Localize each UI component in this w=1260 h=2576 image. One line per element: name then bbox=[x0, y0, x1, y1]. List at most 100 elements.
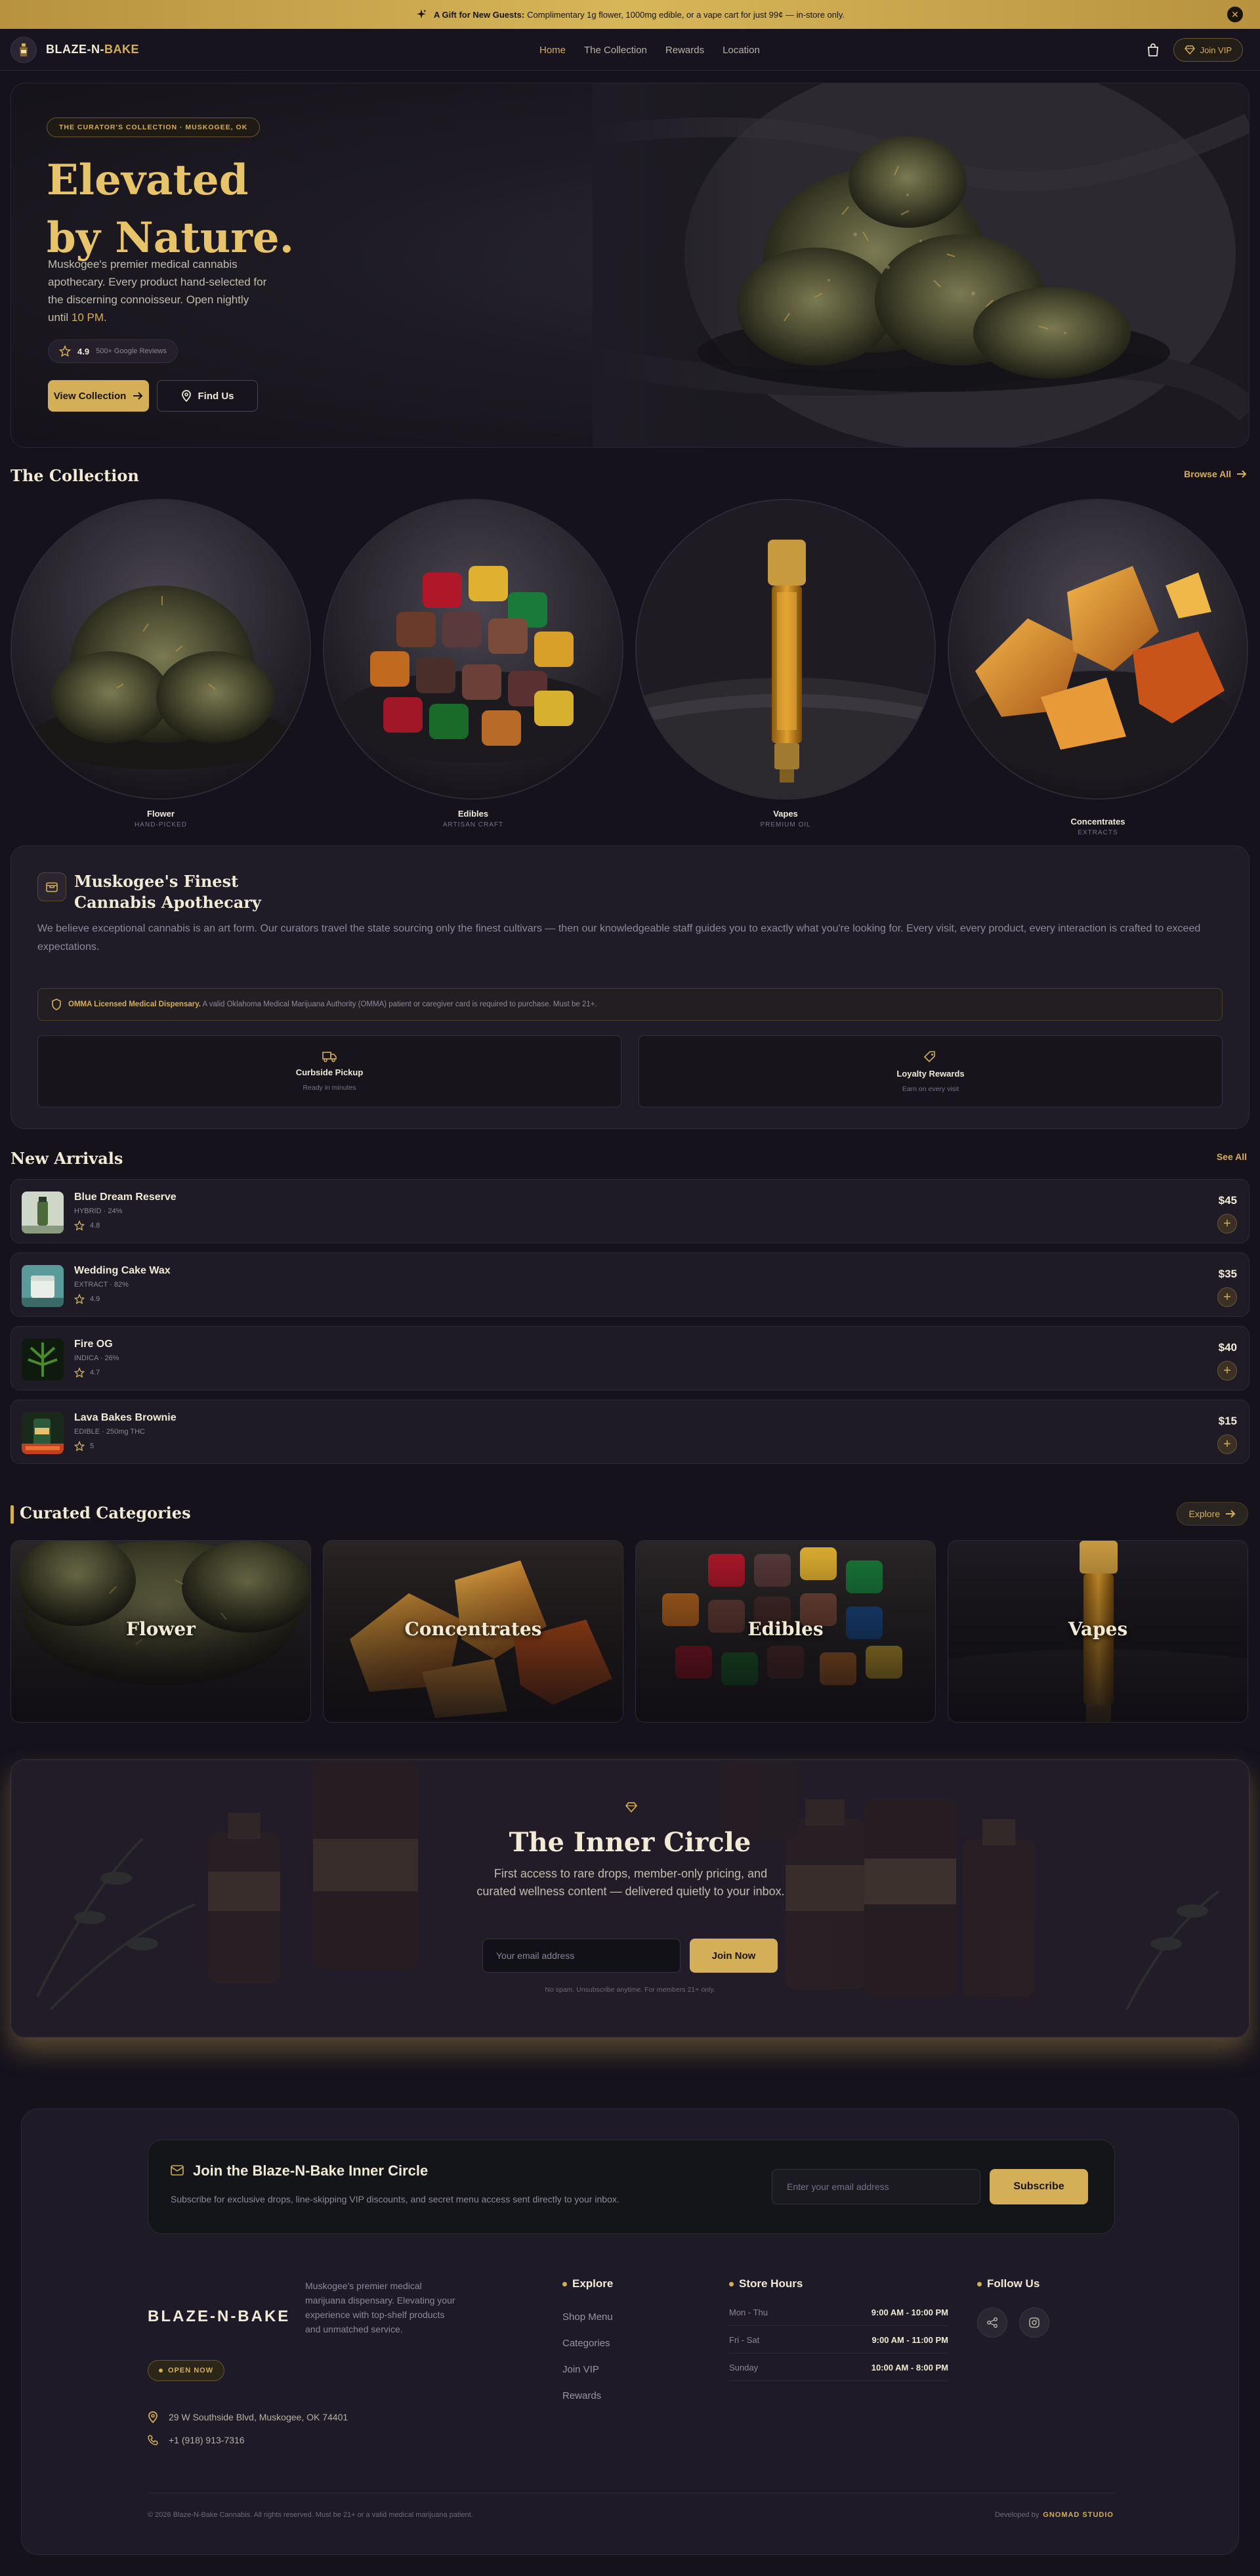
feature-sub: Earn on every visit bbox=[902, 1085, 959, 1093]
hours-day: Fri - Sat bbox=[729, 2335, 760, 2345]
status-dot bbox=[159, 2369, 163, 2372]
feature-title: Loyalty Rewards bbox=[896, 1069, 965, 1079]
collection-name: Edibles bbox=[457, 809, 489, 819]
arrow-right-icon bbox=[133, 391, 143, 400]
add-to-cart-button[interactable]: + bbox=[1217, 1434, 1237, 1454]
product-thumbnail bbox=[22, 1265, 64, 1307]
feature-curbside: Curbside Pickup Ready in minutes bbox=[37, 1035, 621, 1107]
newsletter-email-input[interactable]: Enter your email address bbox=[772, 2169, 980, 2204]
footer-brand[interactable]: BLAZE-N-BAKE bbox=[148, 2308, 290, 2326]
brand-logo[interactable]: BLAZE-N-BAKE bbox=[46, 43, 139, 56]
product-row[interactable]: Blue Dream Reserve HYBRID · 24% 4.8 $45 … bbox=[10, 1179, 1250, 1243]
feature-loyalty: Loyalty Rewards Earn on every visit bbox=[639, 1035, 1223, 1107]
product-row[interactable]: Lava Bakes Brownie EDIBLE · 250mg THC 5 … bbox=[10, 1400, 1250, 1464]
category-card-label: Vapes bbox=[1068, 1618, 1128, 1640]
add-to-cart-button[interactable]: + bbox=[1217, 1287, 1237, 1307]
product-row[interactable]: Wedding Cake Wax EXTRACT · 82% 4.9 $35 + bbox=[10, 1253, 1250, 1317]
product-meta: EDIBLE · 250mg THC bbox=[74, 1428, 146, 1436]
join-now-button[interactable]: Join Now bbox=[690, 1939, 778, 1973]
category-card-flower[interactable]: Flower bbox=[10, 1540, 311, 1723]
collection-vapes-image[interactable] bbox=[635, 499, 936, 800]
footer-link-join-vip[interactable]: Join VIP bbox=[562, 2364, 599, 2375]
see-all-link[interactable]: See All bbox=[1217, 1151, 1247, 1162]
arrow-right-icon bbox=[1236, 469, 1247, 479]
hero-tag: THE CURATOR'S COLLECTION · MUSKOGEE, OK bbox=[47, 118, 261, 137]
view-collection-button[interactable]: View Collection bbox=[48, 380, 149, 412]
shopping-bag-icon[interactable] bbox=[1147, 43, 1159, 56]
join-vip-button[interactable]: Join VIP bbox=[1173, 38, 1243, 62]
hero-section: THE CURATOR'S COLLECTION · MUSKOGEE, OK … bbox=[10, 83, 1250, 448]
open-status-label: OPEN NOW bbox=[168, 2367, 214, 2374]
about-title-line2: Cannabis Apothecary bbox=[74, 893, 261, 912]
hours-heading: Store Hours bbox=[729, 2277, 803, 2290]
newsletter-title: Join the Blaze-N-Bake Inner Circle bbox=[193, 2162, 429, 2179]
category-card-vapes[interactable]: Vapes bbox=[948, 1540, 1248, 1723]
inner-circle-section: The Inner Circle First access to rare dr… bbox=[10, 1759, 1250, 2038]
collection-name: Vapes bbox=[773, 809, 798, 819]
review-count: 500+ Google Reviews bbox=[96, 347, 167, 355]
footer-address[interactable]: 29 W Southside Blvd, Muskogee, OK 74401 bbox=[148, 2411, 348, 2423]
newsletter-desc: Subscribe for exclusive drops, line-skip… bbox=[171, 2194, 620, 2204]
star-icon bbox=[59, 345, 71, 357]
instagram-icon[interactable] bbox=[1019, 2308, 1049, 2338]
follow-heading: Follow Us bbox=[977, 2277, 1040, 2290]
developer-credit[interactable]: Developed by GNOMAD STUDIO bbox=[995, 2511, 1114, 2519]
product-row[interactable]: Fire OG INDICA · 26% 4.7 $40 + bbox=[10, 1326, 1250, 1390]
diamond-icon bbox=[625, 1802, 637, 1813]
product-rating: 4.8 bbox=[74, 1220, 100, 1231]
nav-location[interactable]: Location bbox=[723, 45, 760, 56]
category-card-concentrates[interactable]: Concentrates bbox=[323, 1540, 623, 1723]
feature-title: Curbside Pickup bbox=[295, 1067, 364, 1077]
collection-sub: EXTRACTS bbox=[1078, 829, 1118, 836]
mail-icon bbox=[171, 2165, 184, 2176]
about-body: We believe exceptional cannabis is an ar… bbox=[37, 923, 1201, 953]
add-to-cart-button[interactable]: + bbox=[1217, 1214, 1237, 1234]
category-card-label: Concentrates bbox=[404, 1618, 542, 1640]
nav-rewards[interactable]: Rewards bbox=[665, 45, 704, 56]
browse-all-label: Browse All bbox=[1184, 469, 1231, 479]
product-name: Fire OG bbox=[74, 1339, 113, 1350]
hero-flower-image bbox=[593, 83, 1249, 447]
copyright: © 2026 Blaze-N-Bake Cannabis. All rights… bbox=[148, 2511, 473, 2519]
hours-row: Mon - Thu 9:00 AM - 10:00 PM bbox=[729, 2300, 948, 2326]
product-price: $15 bbox=[1218, 1415, 1237, 1427]
subscribe-button[interactable]: Subscribe bbox=[990, 2169, 1088, 2204]
footer-link-shop-menu[interactable]: Shop Menu bbox=[562, 2311, 613, 2323]
collection-flower-label: Flower HAND-PICKED bbox=[10, 809, 311, 828]
map-pin-icon bbox=[148, 2411, 158, 2423]
about-title-line1: Muskogee's Finest bbox=[74, 872, 239, 891]
section-accent-bar bbox=[10, 1505, 14, 1524]
find-us-button[interactable]: Find Us bbox=[157, 380, 258, 412]
nav-home[interactable]: Home bbox=[539, 45, 566, 56]
hours-time: 9:00 AM - 11:00 PM bbox=[872, 2335, 948, 2345]
product-thumbnail bbox=[22, 1339, 64, 1381]
explore-button[interactable]: Explore bbox=[1176, 1502, 1248, 1526]
footer-phone[interactable]: +1 (918) 913-7316 bbox=[148, 2435, 245, 2445]
product-name: Lava Bakes Brownie bbox=[74, 1412, 177, 1423]
product-price: $45 bbox=[1218, 1194, 1237, 1207]
share-icon[interactable] bbox=[977, 2308, 1007, 2338]
product-price: $40 bbox=[1218, 1341, 1237, 1354]
footer-link-categories[interactable]: Categories bbox=[562, 2338, 610, 2349]
diamond-icon bbox=[1184, 45, 1195, 54]
collection-edibles-image[interactable] bbox=[323, 499, 623, 800]
product-meta: HYBRID · 24% bbox=[74, 1207, 123, 1215]
footer-link-rewards[interactable]: Rewards bbox=[562, 2390, 601, 2401]
add-to-cart-button[interactable]: + bbox=[1217, 1361, 1237, 1381]
collection-flower-image[interactable] bbox=[10, 499, 311, 800]
footer-about: Muskogee's premier medical marijuana dis… bbox=[305, 2281, 455, 2334]
product-name: Blue Dream Reserve bbox=[74, 1191, 177, 1203]
category-card-edibles[interactable]: Edibles bbox=[635, 1540, 936, 1723]
collection-concentrates-image[interactable] bbox=[948, 499, 1248, 800]
browse-all-link[interactable]: Browse All bbox=[1184, 469, 1247, 479]
inner-circle-email-input[interactable]: Your email address bbox=[482, 1939, 681, 1973]
collection-sub: ARTISAN CRAFT bbox=[442, 821, 504, 828]
brand-main: BLAZE-N- bbox=[46, 43, 104, 56]
nav-collection[interactable]: The Collection bbox=[584, 45, 647, 56]
sparkle-icon bbox=[415, 9, 427, 20]
star-icon bbox=[74, 1294, 85, 1304]
logo-icon[interactable] bbox=[10, 36, 37, 63]
footer: Join the Blaze-N-Bake Inner Circle Subsc… bbox=[21, 2109, 1239, 2555]
heading-dot bbox=[729, 2281, 734, 2286]
close-icon[interactable]: ✕ bbox=[1227, 7, 1243, 22]
